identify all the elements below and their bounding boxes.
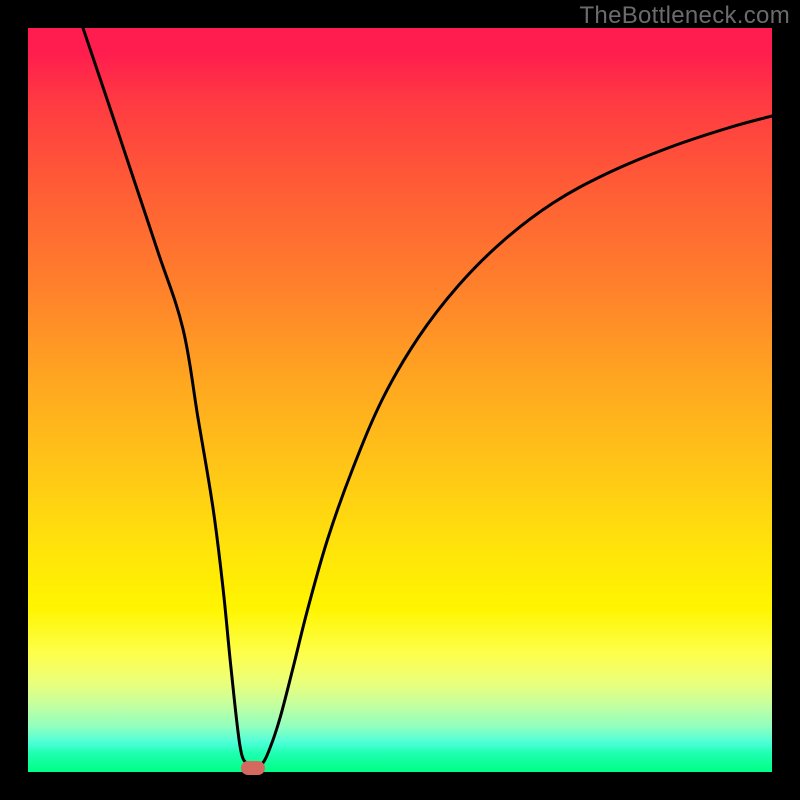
optimal-point-marker	[241, 761, 265, 775]
watermark-text: TheBottleneck.com	[579, 2, 790, 30]
chart-frame: TheBottleneck.com	[0, 0, 800, 800]
bottleneck-curve	[28, 28, 772, 772]
plot-area	[28, 28, 772, 772]
